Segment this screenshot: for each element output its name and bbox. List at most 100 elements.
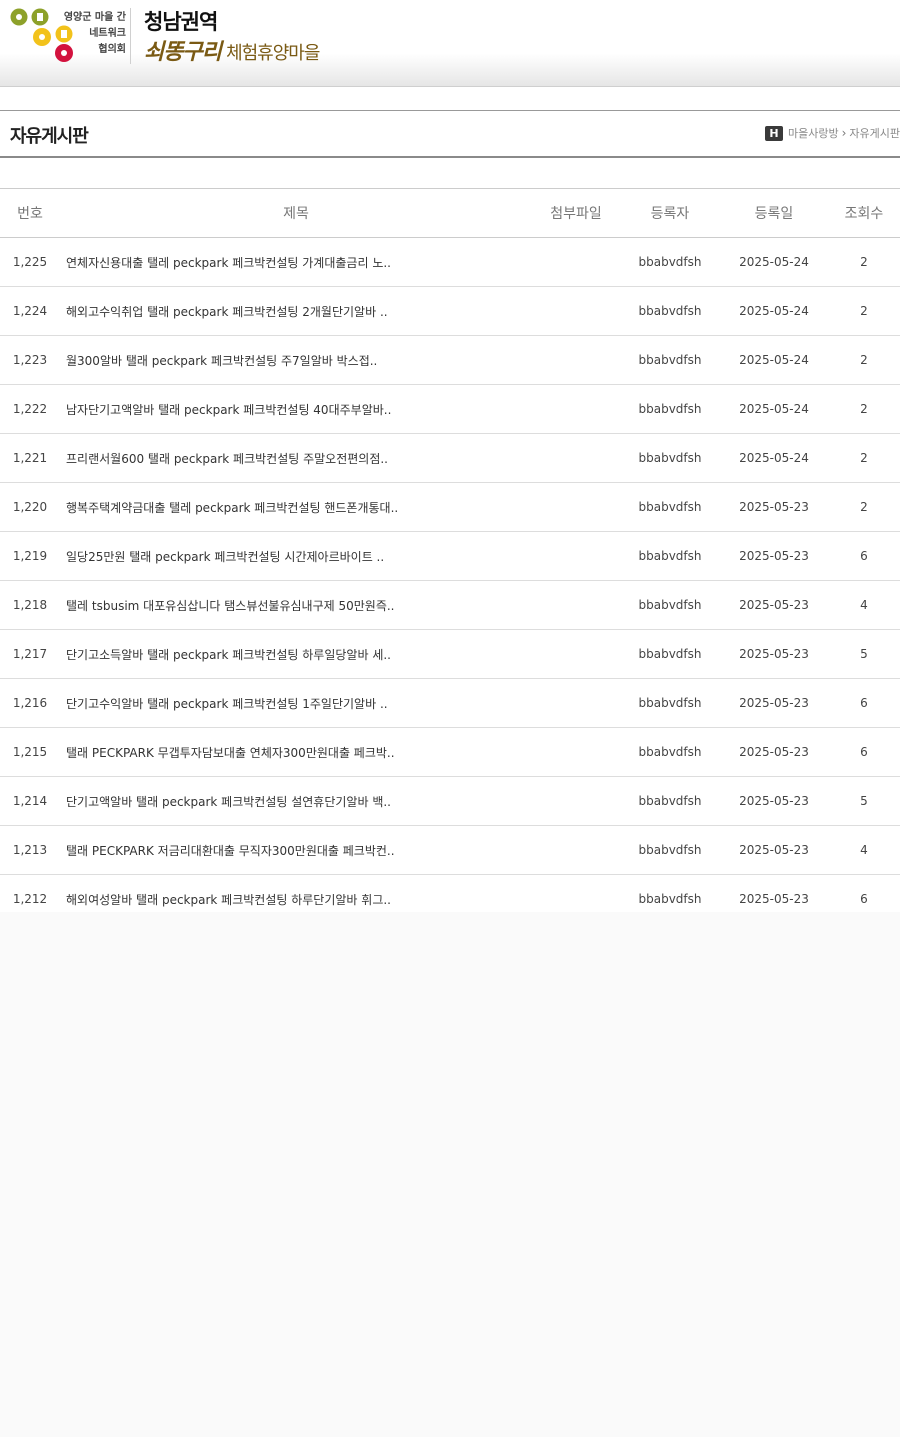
post-writer: bbabvdfsh — [620, 874, 720, 912]
column-header-date: 등록일 — [720, 188, 828, 238]
association-name: 영양군 마을 간 네트워크 협의회 — [52, 10, 126, 58]
table-row[interactable]: 1,223 월300알바 탤래 peckpark 페크박컨설팅 주7일알바 박스접… — [0, 335, 900, 385]
post-hits: 2 — [828, 482, 900, 532]
post-number: 1,216 — [0, 678, 60, 728]
table-row[interactable]: 1,213 탤래 PECKPARK 저금리대환대출 무직자300만원대출 페크박컨… — [0, 825, 900, 875]
table-row[interactable]: 1,212 해외여성알바 탤래 peckpark 페크박컨설팅 하루단기알바 휘그… — [0, 874, 900, 912]
post-writer: bbabvdfsh — [620, 384, 720, 434]
table-row[interactable]: 1,217 단기고소득알바 탤래 peckpark 페크박컨설팅 하루일당알바 세… — [0, 629, 900, 679]
post-date: 2025-05-24 — [720, 384, 828, 434]
association-line-3: 협의회 — [98, 44, 126, 55]
post-number: 1,217 — [0, 629, 60, 679]
post-subject-link[interactable]: 행복주택계약금대출 탤레 peckpark 페크박컨설팅 핸드폰개통대.. — [60, 482, 532, 532]
page-title: 자유게시판 — [10, 126, 89, 147]
post-attachment — [532, 286, 620, 336]
post-subject-link[interactable]: 단기고수익알바 탤래 peckpark 페크박컨설팅 1주일단기알바 .. — [60, 678, 532, 728]
post-number: 1,215 — [0, 727, 60, 777]
post-number: 1,220 — [0, 482, 60, 532]
post-hits: 2 — [828, 384, 900, 434]
post-attachment — [532, 482, 620, 532]
post-hits: 5 — [828, 776, 900, 826]
post-hits: 6 — [828, 531, 900, 581]
village-title: 쇠똥구리 체험휴양마을 — [144, 34, 320, 66]
breadcrumb-section[interactable]: 마을사랑방 — [788, 125, 839, 141]
breadcrumb-current: 자유게시판 — [849, 127, 900, 140]
post-hits: 6 — [828, 874, 900, 912]
post-subject-link[interactable]: 탤래 PECKPARK 무갭투자담보대출 연체자300만원대출 페크박.. — [60, 727, 532, 777]
post-writer: bbabvdfsh — [620, 776, 720, 826]
post-date: 2025-05-23 — [720, 678, 828, 728]
post-attachment — [532, 629, 620, 679]
post-hits: 4 — [828, 580, 900, 630]
chevron-right-icon: › — [841, 126, 847, 140]
post-hits: 6 — [828, 678, 900, 728]
post-number: 1,219 — [0, 531, 60, 581]
post-date: 2025-05-23 — [720, 874, 828, 912]
post-attachment — [532, 384, 620, 434]
post-attachment — [532, 727, 620, 777]
page-content: 영양군 마을 간 네트워크 협의회 청남권역 쇠똥구리 체험휴양마을 자유게시판… — [0, 0, 900, 912]
post-writer: bbabvdfsh — [620, 335, 720, 385]
post-writer: bbabvdfsh — [620, 629, 720, 679]
post-attachment — [532, 433, 620, 483]
table-row[interactable]: 1,225 연체자신용대출 탤레 peckpark 페크박컨설팅 가계대출금리 노… — [0, 237, 900, 287]
post-attachment — [532, 874, 620, 912]
table-row[interactable]: 1,219 일당25만원 탤래 peckpark 페크박컨설팅 시간제아르바이트 … — [0, 531, 900, 581]
post-date: 2025-05-24 — [720, 433, 828, 483]
post-date: 2025-05-23 — [720, 482, 828, 532]
table-row[interactable]: 1,216 단기고수익알바 탤래 peckpark 페크박컨설팅 1주일단기알바 … — [0, 678, 900, 728]
table-row[interactable]: 1,214 단기고액알바 탤래 peckpark 페크박컨설팅 설연휴단기알바 백… — [0, 776, 900, 826]
post-subject-link[interactable]: 일당25만원 탤래 peckpark 페크박컨설팅 시간제아르바이트 .. — [60, 531, 532, 581]
post-number: 1,221 — [0, 433, 60, 483]
site-logo[interactable]: 영양군 마을 간 네트워크 협의회 청남권역 쇠똥구리 체험휴양마을 — [10, 8, 330, 66]
logo-divider — [130, 8, 131, 64]
post-attachment — [532, 825, 620, 875]
post-subject-link[interactable]: 연체자신용대출 탤레 peckpark 페크박컨설팅 가계대출금리 노.. — [60, 237, 532, 287]
home-icon[interactable]: H — [764, 125, 783, 141]
post-hits: 6 — [828, 727, 900, 777]
table-row[interactable]: 1,220 행복주택계약금대출 탤레 peckpark 페크박컨설팅 핸드폰개통대… — [0, 482, 900, 532]
post-date: 2025-05-23 — [720, 727, 828, 777]
table-row[interactable]: 1,222 남자단기고액알바 탤래 peckpark 페크박컨설팅 40대주부알바… — [0, 384, 900, 434]
post-attachment — [532, 580, 620, 630]
post-subject-link[interactable]: 단기고액알바 탤래 peckpark 페크박컨설팅 설연휴단기알바 백.. — [60, 776, 532, 826]
post-hits: 5 — [828, 629, 900, 679]
village-title-rest: 체험휴양마을 — [226, 43, 320, 64]
post-subject-link[interactable]: 해외여성알바 탤래 peckpark 페크박컨설팅 하루단기알바 휘그.. — [60, 874, 532, 912]
table-row[interactable]: 1,221 프리랜서월600 탤래 peckpark 페크박컨설팅 주말오전편의점… — [0, 433, 900, 483]
post-date: 2025-05-23 — [720, 825, 828, 875]
post-date: 2025-05-23 — [720, 629, 828, 679]
column-header-subject: 제목 — [60, 188, 532, 238]
post-number: 1,213 — [0, 825, 60, 875]
post-writer: bbabvdfsh — [620, 433, 720, 483]
table-row[interactable]: 1,215 탤래 PECKPARK 무갭투자담보대출 연체자300만원대출 페크박… — [0, 727, 900, 777]
post-subject-link[interactable]: 남자단기고액알바 탤래 peckpark 페크박컨설팅 40대주부알바.. — [60, 384, 532, 434]
post-hits: 4 — [828, 825, 900, 875]
post-attachment — [532, 678, 620, 728]
post-number: 1,224 — [0, 286, 60, 336]
post-number: 1,212 — [0, 874, 60, 912]
post-subject-link[interactable]: 탤래 PECKPARK 저금리대환대출 무직자300만원대출 페크박컨.. — [60, 825, 532, 875]
post-attachment — [532, 237, 620, 287]
post-writer: bbabvdfsh — [620, 678, 720, 728]
post-number: 1,218 — [0, 580, 60, 630]
post-number: 1,223 — [0, 335, 60, 385]
post-hits: 2 — [828, 335, 900, 385]
site-header: 영양군 마을 간 네트워크 협의회 청남권역 쇠똥구리 체험휴양마을 — [0, 0, 900, 87]
column-header-attachment: 첨부파일 — [532, 188, 620, 238]
board-table: 번호 제목 첨부파일 등록자 등록일 조회수 1,225 연체자신용대출 탤레 p… — [0, 188, 900, 912]
post-writer: bbabvdfsh — [620, 286, 720, 336]
post-subject-link[interactable]: 단기고소득알바 탤래 peckpark 페크박컨설팅 하루일당알바 세.. — [60, 629, 532, 679]
association-line-2: 네트워크 — [89, 28, 126, 39]
table-row[interactable]: 1,218 탤레 tsbusim 대포유심삽니다 탬스뷰선불유심내구제 50만원즉… — [0, 580, 900, 630]
column-header-writer: 등록자 — [620, 188, 720, 238]
post-date: 2025-05-23 — [720, 580, 828, 630]
post-subject-link[interactable]: 월300알바 탤래 peckpark 페크박컨설팅 주7일알바 박스접.. — [60, 335, 532, 385]
post-writer: bbabvdfsh — [620, 482, 720, 532]
post-writer: bbabvdfsh — [620, 825, 720, 875]
post-subject-link[interactable]: 탤레 tsbusim 대포유심삽니다 탬스뷰선불유심내구제 50만원즉.. — [60, 580, 532, 630]
post-number: 1,225 — [0, 237, 60, 287]
table-row[interactable]: 1,224 해외고수익취업 탤래 peckpark 페크박컨설팅 2개월단기알바 … — [0, 286, 900, 336]
post-subject-link[interactable]: 프리랜서월600 탤래 peckpark 페크박컨설팅 주말오전편의점.. — [60, 433, 532, 483]
post-subject-link[interactable]: 해외고수익취업 탤래 peckpark 페크박컨설팅 2개월단기알바 .. — [60, 286, 532, 336]
